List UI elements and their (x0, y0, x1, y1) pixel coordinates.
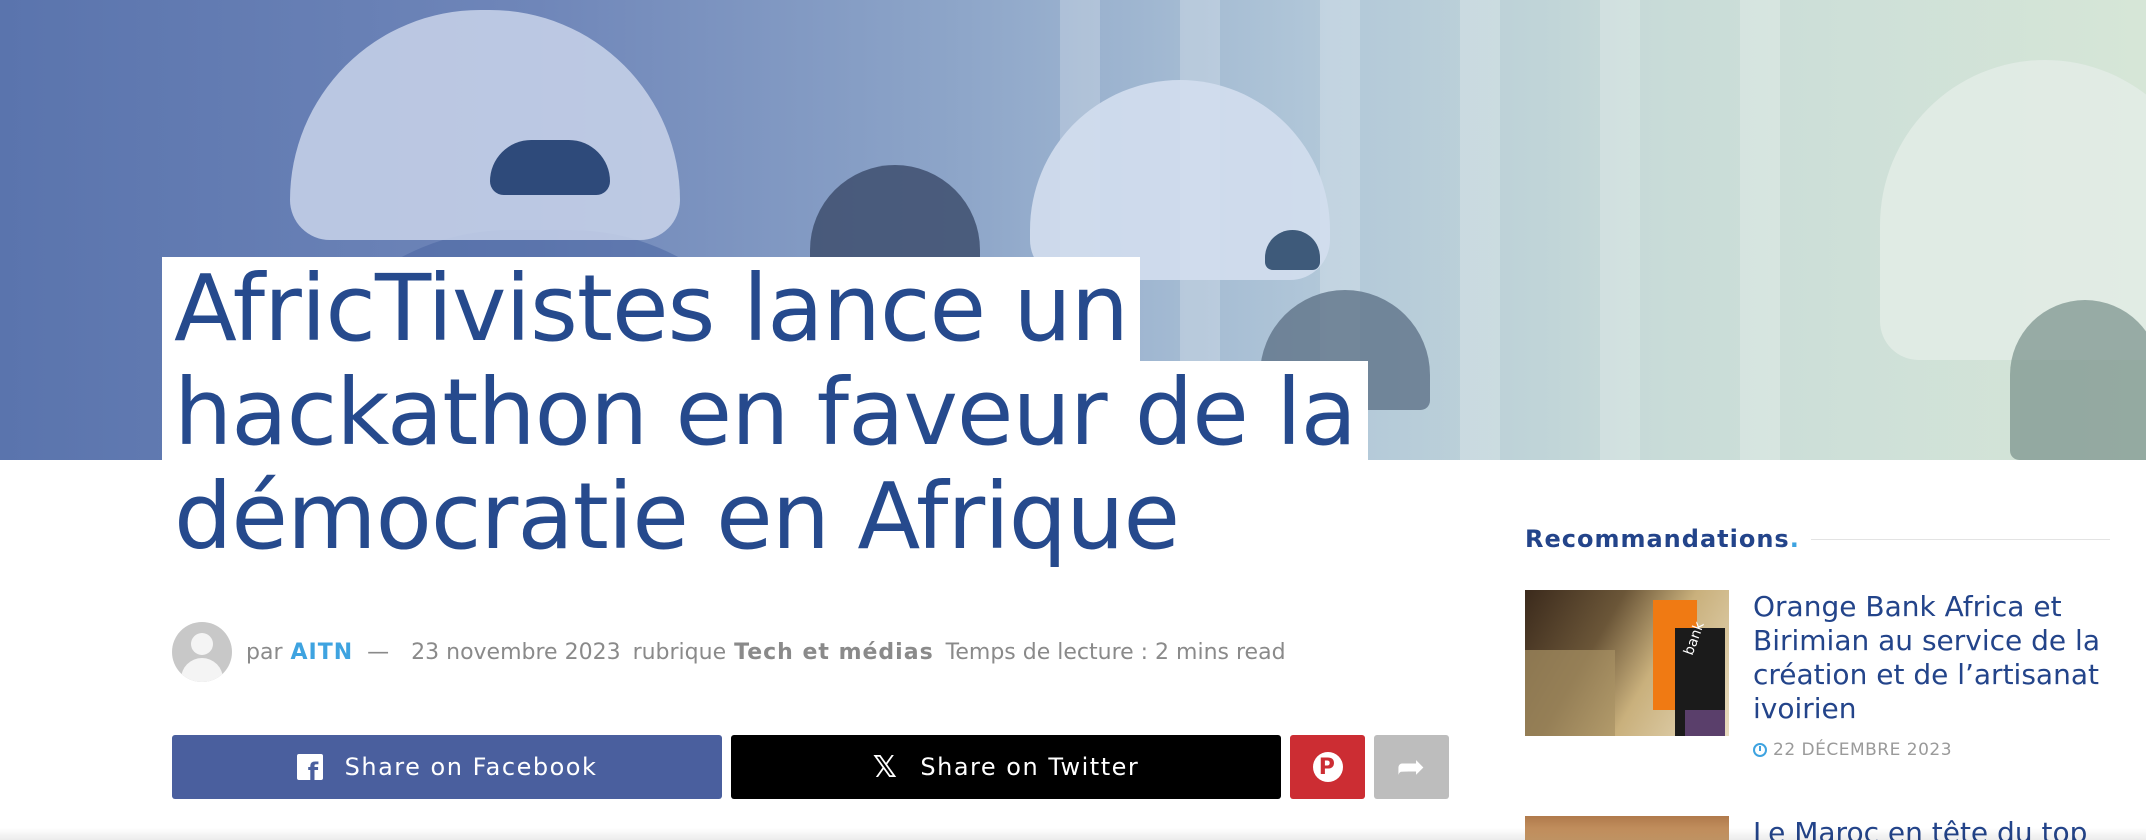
author-by-label: par (246, 639, 283, 665)
thumbnail-panel (1685, 710, 1725, 736)
recommendation-item: bank Orange Bank Africa et Birimian au s… (1525, 590, 2115, 760)
recommendation-thumbnail[interactable]: bank (1525, 590, 1729, 736)
article-title-line: AfricTivistes lance un (162, 257, 1141, 361)
share-more-button[interactable]: ➦ (1374, 735, 1449, 799)
article-title-line: démocratie en Afrique (162, 465, 1192, 569)
share-twitter-button[interactable]: 𝕏 Share on Twitter (731, 735, 1281, 799)
pinterest-icon: P (1312, 752, 1343, 782)
article-meta: par AITN — 23 novembre 2023 rubrique Tec… (172, 622, 1286, 682)
share-twitter-label: Share on Twitter (920, 753, 1140, 781)
page-fold-shadow (0, 828, 2146, 840)
share-pinterest-button[interactable]: P (1290, 735, 1365, 799)
sidebar-heading-text: Recommandations (1525, 525, 1790, 553)
hero-stripe (1460, 0, 1500, 460)
recommendation-body: Orange Bank Africa et Birimian au servic… (1753, 590, 2115, 760)
hero-stripe (1600, 0, 1640, 460)
hero-cap (290, 10, 680, 240)
category-link[interactable]: Tech et médias (734, 640, 934, 665)
article-title: AfricTivistes lance un hackathon en fave… (162, 257, 1412, 569)
facebook-icon: f (296, 754, 323, 784)
recommendation-date-text: 22 DÉCEMBRE 2023 (1773, 740, 1953, 760)
sidebar-heading-dot: . (1789, 525, 1799, 553)
x-twitter-icon: 𝕏 (872, 749, 899, 785)
sidebar-heading: Recommandations. (1525, 524, 2110, 554)
author-avatar[interactable] (172, 622, 232, 682)
share-bar: f Share on Facebook 𝕏 Share on Twitter P… (172, 735, 1449, 799)
thumbnail-wall (1525, 650, 1615, 736)
reading-time: Temps de lecture : 2 mins read (945, 639, 1286, 665)
avatar-user-icon (191, 633, 213, 655)
clock-icon (1753, 743, 1767, 757)
hero-cap-strap (490, 140, 610, 195)
meta-separator: — (367, 639, 390, 665)
recommendation-date: 22 DÉCEMBRE 2023 (1753, 740, 2115, 760)
hero-stripe (1740, 0, 1780, 460)
category-label: rubrique (632, 639, 727, 665)
recommendation-title-link[interactable]: Orange Bank Africa et Birimian au servic… (1753, 590, 2100, 725)
avatar-user-icon (181, 658, 223, 682)
sidebar-heading-divider (1810, 538, 2110, 540)
publish-date: 23 novembre 2023 (411, 639, 621, 665)
share-facebook-label: Share on Facebook (344, 753, 598, 781)
share-arrow-icon: ➦ (1396, 747, 1427, 787)
article-title-line: hackathon en faveur de la (162, 361, 1369, 465)
share-facebook-button[interactable]: f Share on Facebook (172, 735, 722, 799)
author-link[interactable]: AITN (291, 640, 354, 665)
hero-head (2010, 300, 2146, 460)
